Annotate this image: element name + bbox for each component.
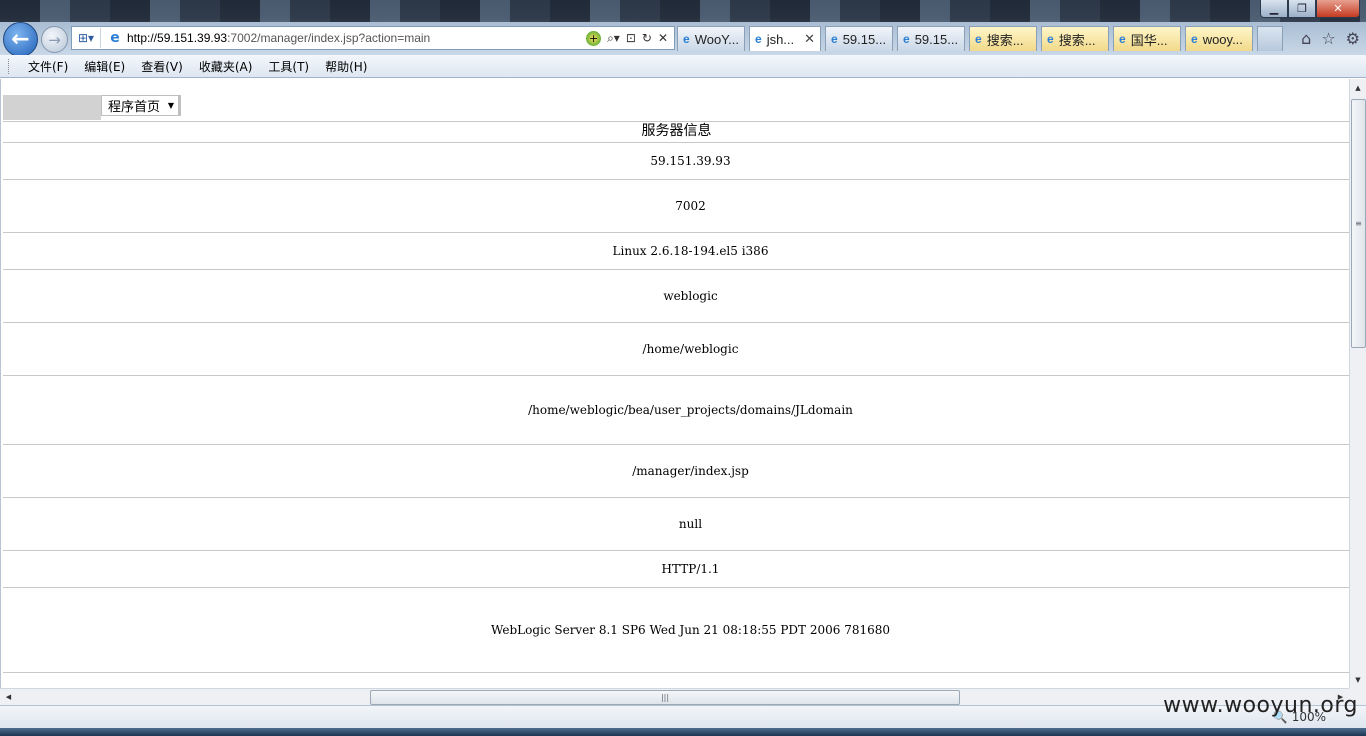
ie-page-icon: e — [110, 30, 120, 46]
home-icon[interactable]: ⌂ — [1301, 29, 1311, 48]
new-tab-button[interactable] — [1257, 26, 1283, 51]
browser-chrome: ▁ ❐ ✕ ← → ⊞▾ e http://59.151.39.93:7002/… — [0, 0, 1366, 57]
stop-icon[interactable]: ✕ — [658, 31, 668, 46]
tab-label: WooY... — [694, 31, 740, 47]
desktop-strip — [0, 0, 1366, 22]
horizontal-scroll-thumb[interactable]: ||| — [370, 690, 960, 705]
info-row-working-dir: /home/weblogic/bea/user_projects/domains… — [3, 376, 1349, 445]
status-bar: 🔍 100% — [0, 705, 1366, 728]
menu-help[interactable]: 帮助(H) — [317, 58, 375, 75]
info-row-server-version: WebLogic Server 8.1 SP6 Wed Jun 21 08:18… — [3, 588, 1349, 673]
ie-tab-icon: e — [683, 32, 690, 46]
menu-favorites[interactable]: 收藏夹(A) — [191, 58, 261, 75]
tab-3[interactable]: e 59.15... — [825, 26, 893, 51]
back-arrow-icon: ← — [11, 27, 30, 52]
ie-tab-icon: e — [755, 32, 762, 46]
watermark-text: www.wooyun.org — [1163, 693, 1358, 718]
browser-right-buttons: ⌂ ☆ ⚙ — [1301, 29, 1360, 48]
program-home-select[interactable]: 程序首页 ▼ — [101, 95, 181, 116]
tab-7[interactable]: e 国华... — [1113, 26, 1181, 51]
scroll-down-arrow-icon[interactable]: ▼ — [1350, 671, 1366, 688]
refresh-icon[interactable]: ↻ — [642, 31, 652, 46]
info-value: /manager/index.jsp — [632, 464, 749, 478]
ie-tab-icon: e — [975, 32, 982, 46]
horizontal-scrollbar[interactable]: ◀ ||| ▶ — [0, 688, 1349, 705]
forward-button[interactable]: → — [41, 26, 68, 53]
tab-label: wooy... — [1202, 31, 1243, 47]
scroll-up-arrow-icon[interactable]: ▲ — [1350, 79, 1366, 96]
info-value: 59.151.39.93 — [650, 153, 731, 168]
menu-grip — [8, 58, 12, 74]
info-value: Linux 2.6.18-194.el5 i386 — [612, 244, 769, 258]
menu-bar: 文件(F) 编辑(E) 查看(V) 收藏夹(A) 工具(T) 帮助(H) — [0, 55, 1366, 78]
info-value: 7002 — [675, 199, 706, 213]
program-nav-row: 程序首页 ▼ — [3, 95, 1349, 122]
tab-5[interactable]: e 搜索... — [969, 26, 1037, 51]
tab-label: 搜索... — [1058, 32, 1096, 48]
info-value: weblogic — [663, 289, 718, 303]
tab-label: jsh... — [766, 31, 795, 47]
back-button[interactable]: ← — [3, 22, 38, 57]
tab-label: 搜索... — [986, 32, 1024, 48]
info-row-home-dir: /home/weblogic — [3, 323, 1349, 376]
info-value: /home/weblogic/bea/user_projects/domains… — [528, 403, 853, 417]
vertical-scroll-thumb[interactable]: ≡ — [1351, 99, 1366, 348]
info-value: null — [678, 517, 703, 531]
info-row-port: 7002 — [3, 180, 1349, 233]
tab-6[interactable]: e 搜索... — [1041, 26, 1109, 51]
info-row-null: null — [3, 498, 1349, 551]
page-content: 程序首页 ▼ 服务器信息 59.151.39.93 7002 Linux 2.6… — [0, 79, 1349, 688]
tab-1[interactable]: e WooY... — [677, 26, 745, 51]
info-row-ip: 59.151.39.93 — [3, 142, 1349, 180]
tab-label: 国华... — [1130, 32, 1168, 48]
server-info-title: 服务器信息 — [3, 121, 1349, 143]
info-row-request-uri: /manager/index.jsp — [3, 445, 1349, 498]
close-window-button[interactable]: ✕ — [1316, 0, 1360, 18]
window-controls: ▁ ❐ ✕ — [1260, 0, 1360, 18]
info-row-protocol: HTTP/1.1 — [3, 551, 1349, 588]
minimize-button[interactable]: ▁ — [1260, 0, 1288, 18]
addon-icon[interactable]: + — [586, 30, 602, 46]
info-value: HTTP/1.1 — [661, 562, 720, 576]
program-home-select-value: 程序首页 — [108, 100, 161, 115]
maximize-button[interactable]: ❐ — [1288, 0, 1316, 18]
tab-2[interactable]: e jsh... ✕ — [749, 26, 821, 51]
compat-dropdown-button[interactable]: ⊞▾ — [72, 28, 101, 48]
compat-view-icon[interactable]: ⊡ — [626, 31, 636, 46]
dropdown-arrow-icon: ▼ — [167, 101, 174, 110]
forward-arrow-icon: → — [48, 30, 61, 49]
menu-file[interactable]: 文件(F) — [20, 58, 76, 75]
menu-edit[interactable]: 编辑(E) — [76, 58, 133, 75]
info-value: /home/weblogic — [642, 342, 739, 356]
address-bar[interactable]: ⊞▾ e http://59.151.39.93:7002/manager/in… — [71, 26, 675, 50]
address-tools: + ⌕▾ ⊡ ↻ ✕ — [586, 30, 674, 46]
ie-tab-icon: e — [831, 32, 838, 46]
favorites-star-icon[interactable]: ☆ — [1321, 29, 1335, 48]
info-value: WebLogic Server 8.1 SP6 Wed Jun 21 08:18… — [490, 623, 891, 637]
scroll-left-arrow-icon[interactable]: ◀ — [0, 689, 17, 705]
ie-tab-icon: e — [1191, 32, 1198, 46]
url-host: http://59.151.39.93 — [127, 31, 228, 45]
menu-view[interactable]: 查看(V) — [133, 58, 191, 75]
nav-gray-cell — [3, 95, 101, 120]
close-tab-icon[interactable]: ✕ — [804, 31, 815, 47]
search-icon[interactable]: ⌕▾ — [607, 31, 620, 46]
tab-label: 59.15... — [842, 31, 887, 47]
info-row-os: Linux 2.6.18-194.el5 i386 — [3, 233, 1349, 270]
windows-taskbar — [0, 728, 1366, 736]
ie-tab-icon: e — [903, 32, 910, 46]
tab-strip: e WooY... e jsh... ✕ e 59.15... e 59.15... e搜… — [677, 26, 1287, 51]
ie-tab-icon: e — [1119, 32, 1126, 46]
url-path: :7002/manager/index.jsp?action=main — [227, 31, 431, 45]
ie-tab-icon: e — [1047, 32, 1054, 46]
menu-tools[interactable]: 工具(T) — [260, 58, 317, 75]
info-row-user: weblogic — [3, 270, 1349, 323]
settings-gear-icon[interactable]: ⚙ — [1346, 29, 1360, 48]
url-text[interactable]: http://59.151.39.93:7002/manager/index.j… — [127, 31, 586, 45]
tab-8[interactable]: e wooy... — [1185, 26, 1253, 51]
tab-4[interactable]: e 59.15... — [897, 26, 965, 51]
vertical-scrollbar[interactable]: ▲ ≡ ▼ — [1349, 79, 1366, 688]
tab-label: 59.15... — [914, 31, 959, 47]
